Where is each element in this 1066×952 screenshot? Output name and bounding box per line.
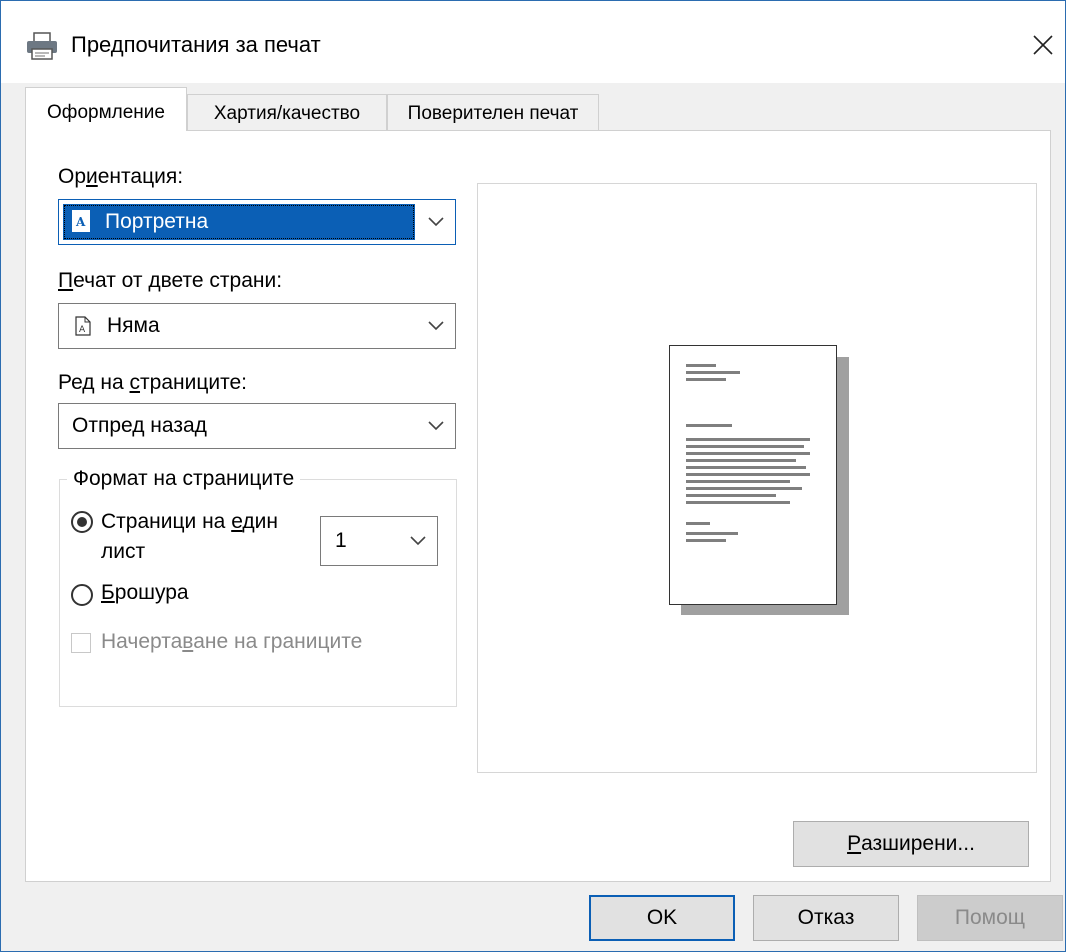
text-line — [686, 378, 726, 381]
text-line — [686, 364, 716, 367]
pages-per-sheet-value: 1 — [335, 529, 347, 552]
text-line — [686, 480, 790, 483]
advanced-button[interactable]: Разширени... — [793, 821, 1029, 867]
chevron-down-icon — [428, 321, 444, 331]
draw-borders-checkbox[interactable] — [71, 633, 91, 653]
orientation-label: Ориентация: — [58, 165, 184, 188]
duplex-select[interactable]: A Няма — [58, 303, 456, 349]
portrait-page-icon: A — [72, 210, 90, 232]
print-preferences-dialog: Предпочитания за печат Оформление Хартия… — [0, 0, 1066, 952]
text-line — [686, 473, 810, 476]
orientation-select[interactable]: A Портретна — [58, 199, 456, 245]
text-line — [686, 532, 738, 535]
text-line — [686, 452, 810, 455]
orientation-value: Портретна — [105, 210, 209, 233]
booklet-radio[interactable] — [71, 584, 93, 606]
page-format-title: Формат на страниците — [67, 467, 301, 491]
text-line — [686, 445, 804, 448]
booklet-label: Брошура — [101, 581, 189, 604]
text-line — [686, 494, 776, 497]
page-order-label: Ред на страниците: — [58, 371, 247, 394]
text-line — [686, 487, 802, 490]
chevron-down-icon — [410, 536, 426, 546]
text-line — [686, 438, 810, 441]
layout-content: Ориентация: A Портретна Печат от двете с… — [1, 1, 1066, 952]
pages-per-sheet-label: Страници на един лист — [101, 510, 278, 563]
text-line — [686, 539, 726, 542]
chevron-down-icon — [428, 217, 444, 227]
single-side-page-icon: A — [75, 316, 91, 336]
text-line — [686, 424, 732, 427]
text-line — [686, 371, 740, 374]
chevron-down-icon — [428, 421, 444, 431]
pages-per-sheet-select[interactable]: 1 — [320, 516, 438, 566]
radio-dot — [77, 517, 87, 527]
text-line — [686, 501, 790, 504]
pages-per-sheet-radio[interactable] — [71, 511, 93, 533]
duplex-label: Печат от двете страни: — [58, 269, 283, 292]
duplex-value: Няма — [107, 314, 160, 337]
text-line — [686, 522, 710, 525]
page-preview-icon — [669, 345, 837, 605]
text-line — [686, 466, 806, 469]
page-order-select[interactable]: Отпред назад — [58, 403, 456, 449]
svg-text:A: A — [75, 215, 86, 229]
page-order-value: Отпред назад — [72, 414, 207, 437]
draw-borders-label: Начертаване на границите — [101, 630, 363, 653]
text-line — [686, 459, 796, 462]
svg-text:A: A — [79, 325, 86, 335]
